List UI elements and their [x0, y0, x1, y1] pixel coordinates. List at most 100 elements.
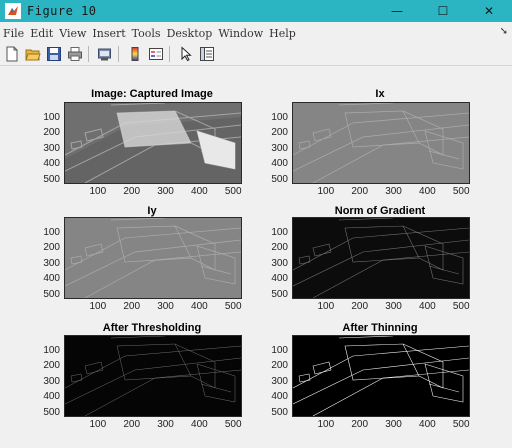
subplot-image[interactable]: [292, 102, 470, 184]
figure-window: Figure 10 — ☐ ✕ File Edit View Insert To…: [0, 0, 512, 448]
subplot-title: Ix: [375, 88, 385, 100]
menu-help[interactable]: Help: [266, 27, 299, 40]
y-tick-label: 100: [271, 344, 288, 356]
subplot-image[interactable]: [64, 335, 242, 417]
x-tick-label: 200: [351, 301, 369, 312]
property-editor-icon[interactable]: [198, 45, 216, 63]
y-tick-label: 200: [43, 360, 60, 372]
x-tick-label: 100: [317, 186, 335, 197]
x-tick-label: 200: [351, 419, 369, 430]
x-tick-label: 400: [419, 419, 436, 430]
x-tick-label: 300: [385, 419, 402, 430]
matlab-logo-icon: [5, 3, 21, 19]
y-tick-label: 400: [43, 273, 60, 285]
toolbar-separator: [118, 46, 119, 62]
open-file-icon[interactable]: [24, 45, 42, 63]
y-tick-label: 300: [43, 142, 60, 154]
y-tick-label: 100: [271, 111, 288, 123]
x-tick-label: 500: [452, 301, 470, 312]
close-button[interactable]: ✕: [466, 0, 512, 22]
x-tick-label: 500: [452, 186, 470, 197]
y-tick-label: 500: [43, 406, 60, 418]
y-tick-label: 200: [43, 242, 60, 254]
title-bar[interactable]: Figure 10 — ☐ ✕: [0, 0, 512, 22]
colorbar-icon[interactable]: [126, 45, 144, 63]
legend-icon[interactable]: [147, 45, 165, 63]
x-tick-label: 400: [191, 301, 208, 312]
subplot-axes[interactable]: After Thinning 100 200 300 400 500 100 200 300 40…: [0, 66, 512, 448]
x-tick-label: 300: [157, 301, 174, 312]
menu-desktop[interactable]: Desktop: [164, 27, 216, 40]
save-icon[interactable]: [45, 45, 63, 63]
subplot-axes[interactable]: After Thresholding 100 200 300 400 500 100 200 3…: [0, 66, 512, 448]
window-title: Figure 10: [27, 4, 97, 18]
subplot-title: Iy: [147, 205, 157, 217]
print-preview-icon[interactable]: [96, 45, 114, 63]
x-tick-label: 200: [351, 186, 369, 197]
x-tick-label: 200: [123, 301, 141, 312]
x-tick-label: 300: [157, 419, 174, 430]
y-tick-label: 200: [43, 127, 60, 139]
figure-toolbar: [0, 43, 512, 66]
toolbar-separator: [88, 46, 89, 62]
y-tick-label: 500: [271, 173, 288, 185]
subplot-image-content: [293, 336, 469, 416]
subplot-axes[interactable]: Norm of Gradient 100 200 300 400 500 100 200 300…: [0, 66, 512, 448]
menu-window[interactable]: Window: [215, 27, 266, 40]
y-tick-label: 400: [271, 391, 288, 403]
toolbar-separator: [169, 46, 170, 62]
x-tick-label: 100: [89, 186, 107, 197]
figure-canvas: Image: Captured Image 100 200 300 400 500 100 2…: [0, 66, 512, 448]
x-tick-label: 300: [385, 301, 402, 312]
y-tick-label: 400: [43, 391, 60, 403]
y-tick-label: 300: [43, 375, 60, 387]
menu-view[interactable]: View: [56, 27, 89, 40]
pointer-icon[interactable]: [177, 45, 195, 63]
subplot-image[interactable]: [64, 102, 242, 184]
y-tick-label: 500: [43, 173, 60, 185]
y-tick-label: 200: [271, 360, 288, 372]
subplot-image[interactable]: [64, 217, 242, 299]
subplot-image[interactable]: [292, 335, 470, 417]
x-tick-label: 200: [123, 419, 141, 430]
subplot-image-content: [293, 218, 469, 298]
y-tick-label: 400: [271, 158, 288, 170]
y-tick-label: 100: [271, 226, 288, 238]
x-tick-label: 100: [317, 301, 335, 312]
x-tick-label: 500: [224, 419, 242, 430]
new-figure-icon[interactable]: [3, 45, 21, 63]
subplot-axes[interactable]: Image: Captured Image 100 200 300 400 500 100 2…: [0, 66, 512, 448]
subplot-axes[interactable]: Iy 100 200 300 400 500 100 200 300 400 500: [0, 66, 512, 448]
subplot-image-content: [65, 218, 241, 298]
menu-bar: File Edit View Insert Tools Desktop Wind…: [0, 24, 512, 42]
y-tick-label: 300: [271, 142, 288, 154]
y-tick-label: 500: [43, 288, 60, 300]
y-tick-label: 500: [271, 288, 288, 300]
y-tick-label: 500: [271, 406, 288, 418]
menu-edit[interactable]: Edit: [27, 27, 56, 40]
subplot-image[interactable]: [292, 217, 470, 299]
x-tick-label: 500: [224, 301, 242, 312]
x-tick-label: 200: [123, 186, 141, 197]
x-tick-label: 100: [89, 301, 107, 312]
y-tick-label: 300: [43, 257, 60, 269]
dock-figure-icon[interactable]: ➘: [500, 26, 508, 37]
subplot-image-content: [65, 103, 241, 183]
subplot-title: After Thinning: [342, 322, 418, 334]
x-tick-label: 300: [385, 186, 402, 197]
x-tick-label: 500: [452, 419, 470, 430]
menu-file[interactable]: File: [0, 27, 27, 40]
subplot-image-content: [65, 336, 241, 416]
menu-tools[interactable]: Tools: [129, 27, 164, 40]
maximize-button[interactable]: ☐: [420, 0, 466, 22]
subplot-axes[interactable]: Ix 100 200 300 400 500 100 200 300 400 500: [0, 66, 512, 448]
x-tick-label: 500: [224, 186, 242, 197]
y-tick-label: 100: [43, 111, 60, 123]
x-tick-label: 400: [419, 186, 436, 197]
x-tick-label: 400: [191, 186, 208, 197]
menu-insert[interactable]: Insert: [89, 27, 128, 40]
subplot-title: Image: Captured Image: [91, 88, 213, 100]
minimize-button[interactable]: —: [374, 0, 420, 22]
y-tick-label: 100: [43, 226, 60, 238]
print-icon[interactable]: [66, 45, 84, 63]
